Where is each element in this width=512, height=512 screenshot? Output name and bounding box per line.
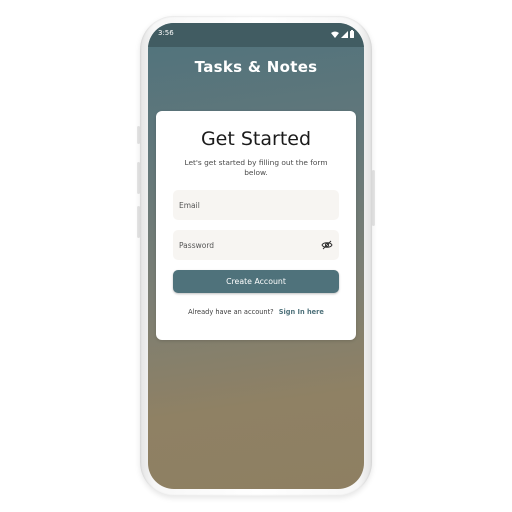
password-field[interactable] [173, 230, 339, 260]
status-bar: 3:56 [148, 23, 364, 47]
phone-screen: 3:56 Tasks & Notes Get Started Let's get… [148, 23, 364, 489]
email-input[interactable] [179, 190, 319, 220]
signin-row: Already have an account? Sign In here [156, 308, 356, 316]
signin-prompt: Already have an account? [188, 308, 274, 316]
signal-icon [341, 30, 348, 38]
signup-card: Get Started Let's get started by filling… [156, 111, 356, 340]
create-account-button[interactable]: Create Account [173, 270, 339, 293]
signin-link[interactable]: Sign In here [279, 308, 324, 316]
email-field[interactable] [173, 190, 339, 220]
status-icons [331, 30, 354, 38]
battery-icon [350, 30, 354, 38]
wifi-icon [331, 31, 339, 38]
password-input[interactable] [179, 230, 319, 260]
stage: 3:56 Tasks & Notes Get Started Let's get… [0, 0, 512, 512]
app-title: Tasks & Notes [194, 58, 318, 76]
power-button [372, 170, 375, 226]
eye-off-icon[interactable] [321, 239, 333, 251]
status-time: 3:56 [158, 29, 174, 37]
card-subtitle: Let's get started by filling out the for… [184, 158, 328, 177]
card-title: Get Started [200, 128, 312, 150]
